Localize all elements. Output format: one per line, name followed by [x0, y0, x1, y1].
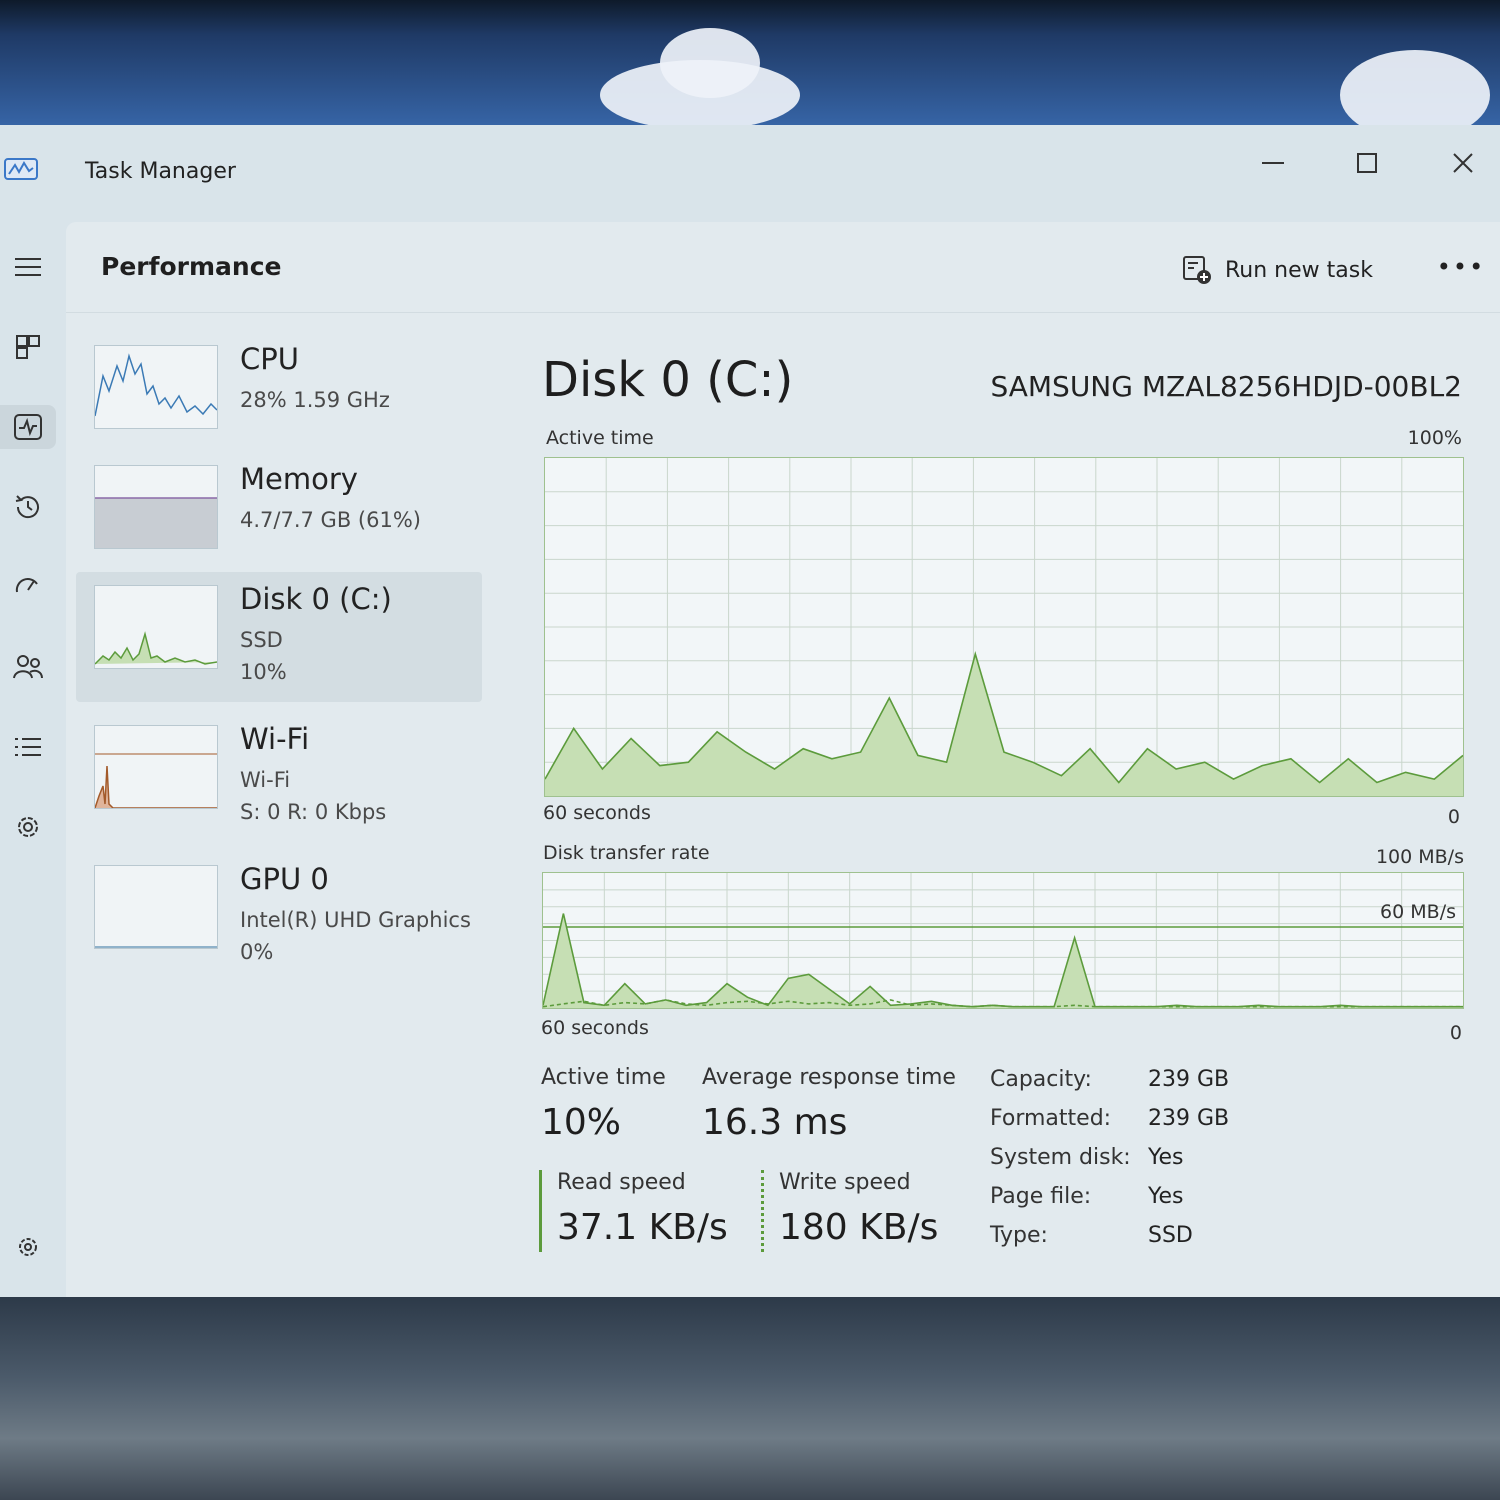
detail-title: Disk 0 (C:) [542, 352, 794, 408]
wifi-thumbnail-graph [94, 725, 218, 809]
info-key-type: Type: [990, 1223, 1048, 1248]
active-time-series-area [545, 654, 1463, 796]
desktop-wallpaper-bottom [0, 1295, 1500, 1500]
run-new-task-button[interactable]: Run new task [1181, 252, 1373, 288]
nav-item-settings[interactable] [0, 1225, 56, 1269]
active-time-graph-label: Active time [546, 427, 654, 449]
nav-item-app-history[interactable] [0, 485, 56, 529]
title-bar[interactable]: Task Manager [0, 125, 1500, 220]
cloud-shape [660, 28, 760, 98]
write-speed-label: Write speed [779, 1170, 911, 1195]
device-usage: 10% [240, 660, 287, 684]
disk-thumbnail-graph [94, 585, 218, 669]
run-new-task-label: Run new task [1225, 257, 1373, 283]
window-title: Task Manager [85, 159, 236, 184]
info-key-formatted: Formatted: [990, 1106, 1112, 1131]
info-key-page-file: Page file: [990, 1184, 1092, 1209]
nav-item-processes[interactable] [0, 325, 56, 369]
active-time-max-label: 100% [1407, 427, 1462, 449]
write-speed-value: 180 KB/s [779, 1207, 939, 1248]
maximize-icon [1357, 153, 1377, 173]
cpu-thumbnail-graph [94, 345, 218, 429]
run-new-task-icon [1183, 256, 1211, 284]
info-value-page-file: Yes [1148, 1184, 1184, 1209]
performance-icon [14, 414, 42, 440]
panel-header: Performance Run new task ••• [66, 222, 1500, 313]
write-speed-indicator [761, 1170, 764, 1252]
nav-item-users[interactable] [0, 645, 56, 689]
info-value-capacity: 239 GB [1148, 1067, 1230, 1092]
device-name: Wi-Fi [240, 722, 310, 756]
close-icon [1453, 153, 1473, 173]
read-speed-label: Read speed [557, 1170, 686, 1195]
nav-item-performance[interactable] [0, 405, 56, 449]
close-button[interactable] [1438, 143, 1488, 183]
active-time-graph [544, 457, 1464, 797]
transfer-axis-left: 60 seconds [541, 1017, 649, 1039]
gpu-thumbnail-graph [94, 865, 218, 949]
read-speed-value: 37.1 KB/s [557, 1207, 728, 1248]
info-key-capacity: Capacity: [990, 1067, 1092, 1092]
active-time-stat-label: Active time [541, 1065, 666, 1090]
active-time-stat-value: 10% [541, 1102, 622, 1143]
more-options-button[interactable]: ••• [1436, 252, 1486, 282]
active-time-axis-left: 60 seconds [543, 802, 651, 824]
device-usage: 0% [240, 940, 274, 964]
desktop-wallpaper-top [0, 0, 1500, 140]
device-item-gpu-0[interactable]: GPU 0 Intel(R) UHD Graphics 0% [76, 852, 482, 982]
hamburger-menu-icon [15, 258, 41, 276]
device-name: Memory [240, 462, 358, 496]
minimize-button[interactable] [1248, 143, 1298, 183]
transfer-rate-graph-label: Disk transfer rate [543, 842, 710, 864]
minimize-icon [1262, 162, 1284, 164]
memory-thumbnail-graph [94, 465, 218, 549]
transfer-rate-max-label: 100 MB/s [1375, 846, 1464, 868]
settings-icon [19, 1238, 37, 1256]
device-name: CPU [240, 342, 299, 376]
nav-item-details[interactable] [0, 725, 56, 769]
active-time-axis-min: 0 [1447, 806, 1460, 828]
info-value-formatted: 239 GB [1148, 1106, 1230, 1131]
transfer-ref-label: 60 MB/s [1380, 901, 1456, 923]
navigation-rail [0, 220, 62, 1297]
transfer-axis-min: 0 [1449, 1022, 1462, 1044]
page-title: Performance [101, 252, 282, 281]
app-history-icon [15, 495, 39, 519]
read-speed-indicator [539, 1170, 542, 1252]
users-icon [13, 655, 43, 679]
task-manager-app-icon [4, 158, 38, 180]
nav-menu-toggle[interactable] [0, 245, 56, 289]
details-icon [15, 738, 41, 756]
device-name: Disk 0 (C:) [240, 582, 392, 616]
startup-apps-icon [15, 578, 38, 593]
task-manager-window: Task Manager Performance Run new task ••… [0, 125, 1500, 1297]
processes-icon [16, 335, 40, 359]
device-detail: 4.7/7.7 GB (61%) [240, 508, 421, 532]
info-value-system-disk: Yes [1148, 1145, 1184, 1170]
transfer-rate-graph [542, 872, 1464, 1009]
services-icon [18, 817, 38, 837]
device-adapter: Wi-Fi [240, 768, 291, 792]
device-model: Intel(R) UHD Graphics [240, 908, 471, 932]
device-throughput: S: 0 R: 0 Kbps [240, 800, 387, 824]
device-item-wifi[interactable]: Wi-Fi Wi-Fi S: 0 R: 0 Kbps [76, 712, 482, 842]
device-item-disk-0[interactable]: Disk 0 (C:) SSD 10% [76, 572, 482, 702]
device-type: SSD [240, 628, 283, 652]
avg-response-stat-label: Average response time [702, 1065, 956, 1090]
nav-item-startup-apps[interactable] [0, 565, 56, 609]
maximize-button[interactable] [1342, 143, 1392, 183]
device-name: GPU 0 [240, 862, 329, 896]
device-detail: 28% 1.59 GHz [240, 388, 390, 412]
device-item-memory[interactable]: Memory 4.7/7.7 GB (61%) [76, 452, 482, 582]
performance-panel: Performance Run new task ••• CPU 28% 1.5… [66, 222, 1500, 1297]
avg-response-stat-value: 16.3 ms [702, 1102, 848, 1143]
info-key-system-disk: System disk: [990, 1145, 1131, 1170]
nav-item-services[interactable] [0, 805, 56, 849]
disk-model: SAMSUNG MZAL8256HDJD-00BL2 [990, 370, 1462, 403]
info-value-type: SSD [1148, 1223, 1193, 1248]
device-item-cpu[interactable]: CPU 28% 1.59 GHz [76, 332, 482, 462]
